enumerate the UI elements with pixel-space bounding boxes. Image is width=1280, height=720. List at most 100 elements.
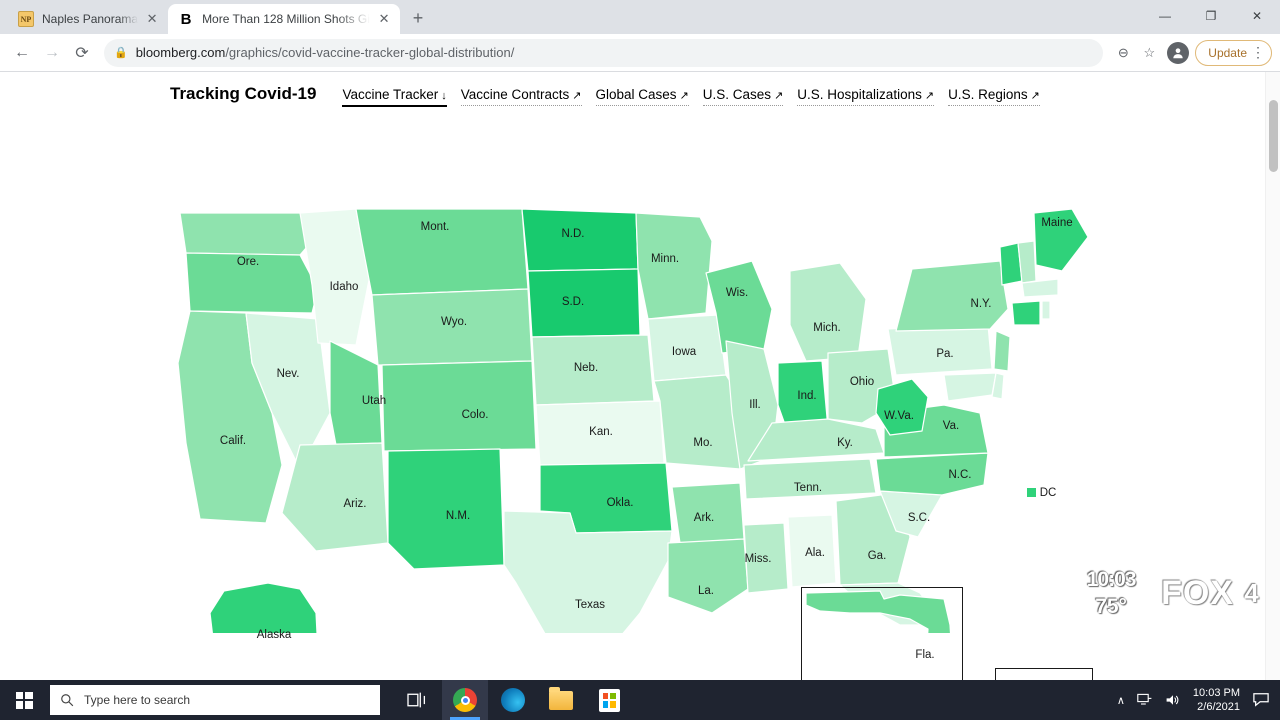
url-path: /graphics/covid-vaccine-tracker-global-d… [225,45,515,60]
browser-tab-bloomberg[interactable]: B More Than 128 Million Shots Giv ✕ [168,4,401,34]
url-domain: bloomberg.com [135,45,226,60]
state-label-neb: Neb. [573,362,599,374]
new-tab-button[interactable]: + [404,4,432,32]
nav-label: Vaccine Contracts [460,87,570,102]
arrow-down-icon: ↓ [441,90,447,102]
us-states-shapes[interactable] [0,113,1280,633]
state-label-texas: Texas [574,599,606,611]
url-text: bloomberg.com/graphics/covid-vaccine-tra… [136,45,515,60]
state-new-jersey [993,330,1011,372]
nav-link-us-hospitalizations[interactable]: U.S. Hospitalizations ↗ [797,87,935,106]
state-label-n-y: N.Y. [970,298,992,310]
clock-time: 10:03 PM [1192,687,1240,699]
state-label-ill: Ill. [749,399,761,411]
state-label-dc: DC [1039,487,1057,499]
show-hidden-icons-chevron[interactable]: ∧ [1117,694,1125,707]
state-label-s-d: S.D. [561,296,585,308]
reload-button[interactable]: ⟳ [68,39,96,67]
state-connecticut [1011,300,1041,326]
state-label-miss: Miss. [744,553,772,565]
minimize-button[interactable]: — [1142,0,1188,32]
dc-swatch [1027,488,1036,497]
nav-link-vaccine-contracts[interactable]: Vaccine Contracts ↗ [460,87,582,106]
lock-icon: 🔒 [114,47,128,59]
state-utah [329,340,383,446]
search-placeholder: Type here to search [84,693,191,707]
nav-link-us-regions[interactable]: U.S. Regions ↗ [948,87,1040,106]
search-icon [61,694,74,707]
taskbar-file-explorer-button[interactable] [538,680,584,720]
bloomberg-favicon: B [178,11,195,28]
chrome-icon [453,688,477,712]
forward-button[interactable]: → [38,39,66,67]
edge-icon [501,688,525,712]
state-label-ind: Ind. [797,390,817,402]
naples-panorama-favicon: NP [18,11,34,27]
taskbar-search-input[interactable]: Type here to search [50,685,380,715]
close-window-button[interactable]: ✕ [1234,0,1280,32]
arrow-external-icon: ↗ [924,90,935,102]
tab-close-icon[interactable]: ✕ [144,11,160,27]
nav-link-vaccine-tracker[interactable]: Vaccine Tracker ↓ [342,87,447,107]
taskbar-edge-button[interactable] [490,680,536,720]
state-label-wyo: Wyo. [440,316,468,328]
start-button[interactable] [0,680,48,720]
page-viewport: Tracking Covid-19 Vaccine Tracker ↓ Vacc… [0,72,1280,680]
state-label-n-d: N.D. [561,228,585,240]
state-label-nev: Nev. [276,368,300,380]
state-label-idaho: Idaho [329,281,359,293]
state-label-n-m: N.M. [445,510,471,522]
state-maryland [943,372,997,402]
state-rhode-island [1041,300,1051,320]
state-label-ohio: Ohio [849,376,875,388]
task-view-button[interactable] [394,680,440,720]
puerto-rico-inset-box[interactable] [995,668,1093,680]
scrollbar-thumb[interactable] [1269,100,1278,172]
network-icon[interactable] [1137,693,1153,707]
state-label-wis: Wis. [725,287,749,299]
state-north-dakota [521,208,639,272]
state-new-mexico [387,448,505,570]
bookmark-star-icon[interactable]: ☆ [1137,41,1161,65]
state-louisiana [667,538,749,614]
nav-link-global-cases[interactable]: Global Cases ↗ [595,87,689,106]
state-label-okla: Okla. [606,497,634,509]
chrome-menu-icon[interactable]: ⋮ [1251,44,1265,61]
taskbar-microsoft-store-button[interactable] [586,680,632,720]
zoom-out-icon[interactable]: ⊖ [1111,41,1135,65]
tab-close-icon[interactable]: ✕ [376,11,392,27]
us-choropleth-map[interactable]: Ore. Idaho Mont. N.D. Minn. S.D. Wis. Wyo. Mich.… [0,113,1280,680]
state-label-w-va: W.Va. [884,410,914,422]
back-button[interactable]: ← [8,39,36,67]
nav-label: Global Cases [595,87,677,102]
update-button[interactable]: Update ⋮ [1195,39,1272,66]
state-label-calif: Calif. [219,435,247,447]
window-controls: — ❐ ✕ [1142,0,1280,32]
address-bar[interactable]: 🔒 bloomberg.com/graphics/covid-vaccine-t… [104,38,1104,67]
browser-tab-naples-panorama[interactable]: NP Naples Panorama ✕ [8,4,169,34]
state-label-iowa: Iowa [671,346,697,358]
state-label-minn: Minn. [650,253,680,265]
volume-icon[interactable] [1165,693,1181,707]
state-label-ark: Ark. [693,512,715,524]
tab-title: More Than 128 Million Shots Giv [202,12,371,26]
florida-zoom-inset-box[interactable] [801,587,963,680]
nav-link-us-cases[interactable]: U.S. Cases ↗ [702,87,784,106]
maximize-button[interactable]: ❐ [1188,0,1234,32]
vertical-scrollbar[interactable] [1265,72,1280,680]
nav-label: U.S. Cases [702,87,772,102]
taskbar-chrome-button[interactable] [442,680,488,720]
store-icon [598,688,620,712]
page-title: Tracking Covid-19 [170,84,317,103]
nav-label: U.S. Regions [948,87,1028,102]
state-label-mo: Mo. [693,437,713,449]
arrow-external-icon: ↗ [1030,90,1040,102]
arrow-external-icon: ↗ [679,90,689,102]
profile-avatar[interactable] [1167,41,1190,64]
action-center-icon[interactable] [1252,692,1270,708]
chrome-browser-window: NP Naples Panorama ✕ B More Than 128 Mil… [0,0,1280,680]
state-label-pa: Pa. [936,348,954,360]
tab-title: Naples Panorama [42,12,139,26]
state-label-tenn: Tenn. [793,482,823,494]
taskbar-clock[interactable]: 10:03 PM 2/6/2021 [1193,686,1240,714]
